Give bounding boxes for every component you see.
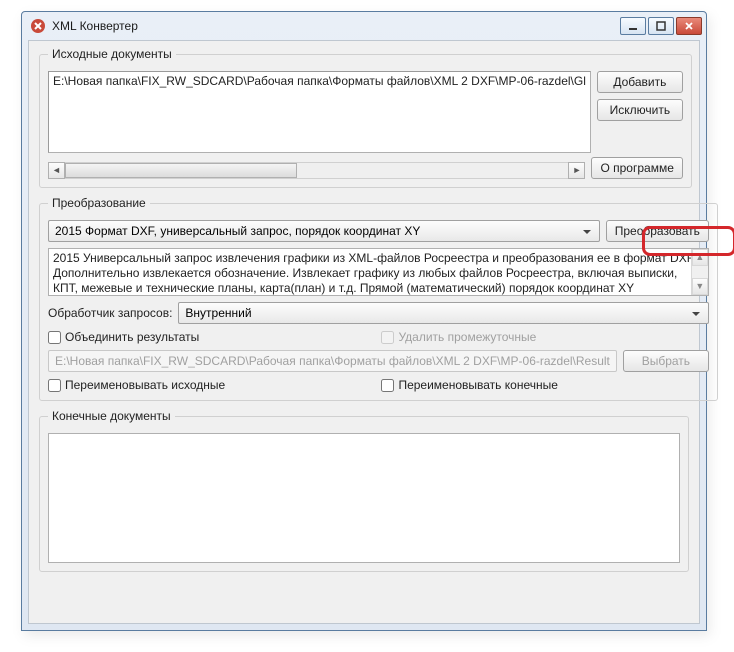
rename-source-checkbox[interactable]: Переименовывать исходные: [48, 378, 375, 392]
maximize-button[interactable]: [648, 17, 674, 35]
scroll-right-icon[interactable]: ►: [568, 162, 585, 179]
close-button[interactable]: [676, 17, 702, 35]
result-path-field: E:\Новая папка\FIX_RW_SDCARD\Рабочая пап…: [48, 350, 617, 372]
source-legend: Исходные документы: [48, 47, 176, 61]
output-list[interactable]: [48, 433, 680, 563]
scroll-left-icon[interactable]: ◄: [48, 162, 65, 179]
delete-temp-checkbox: Удалить промежуточные: [381, 330, 708, 344]
remove-button[interactable]: Исключить: [597, 99, 683, 121]
transform-group: Преобразование 2015 Формат DXF, универса…: [39, 196, 718, 401]
merge-checkbox[interactable]: Объединить результаты: [48, 330, 375, 344]
format-select[interactable]: 2015 Формат DXF, универсальный запрос, п…: [48, 220, 600, 242]
scroll-thumb[interactable]: [65, 163, 297, 178]
format-description[interactable]: 2015 Универсальный запрос извлечения гра…: [48, 248, 709, 296]
transform-legend: Преобразование: [48, 196, 150, 210]
output-legend: Конечные документы: [48, 409, 175, 423]
minimize-button[interactable]: [620, 17, 646, 35]
source-group: Исходные документы E:\Новая папка\FIX_RW…: [39, 47, 692, 188]
source-scrollbar[interactable]: ◄ ►: [48, 162, 585, 179]
convert-button[interactable]: Преобразовать: [606, 220, 709, 242]
client-area: Исходные документы E:\Новая папка\FIX_RW…: [28, 40, 700, 624]
desc-scrollbar[interactable]: ▲▼: [691, 249, 708, 295]
titlebar[interactable]: XML Конвертер: [22, 12, 706, 40]
rename-dest-checkbox[interactable]: Переименовывать конечные: [381, 378, 708, 392]
source-list[interactable]: E:\Новая папка\FIX_RW_SDCARD\Рабочая пап…: [48, 71, 591, 153]
output-group: Конечные документы: [39, 409, 689, 572]
window-title: XML Конвертер: [52, 19, 620, 33]
choose-button: Выбрать: [623, 350, 709, 372]
app-window: XML Конвертер Исходные документы E:\Нова…: [21, 11, 707, 631]
add-button[interactable]: Добавить: [597, 71, 683, 93]
about-button[interactable]: О программе: [591, 157, 682, 179]
handler-label: Обработчик запросов:: [48, 306, 172, 320]
app-icon: [30, 18, 46, 34]
handler-select[interactable]: Внутренний: [178, 302, 708, 324]
